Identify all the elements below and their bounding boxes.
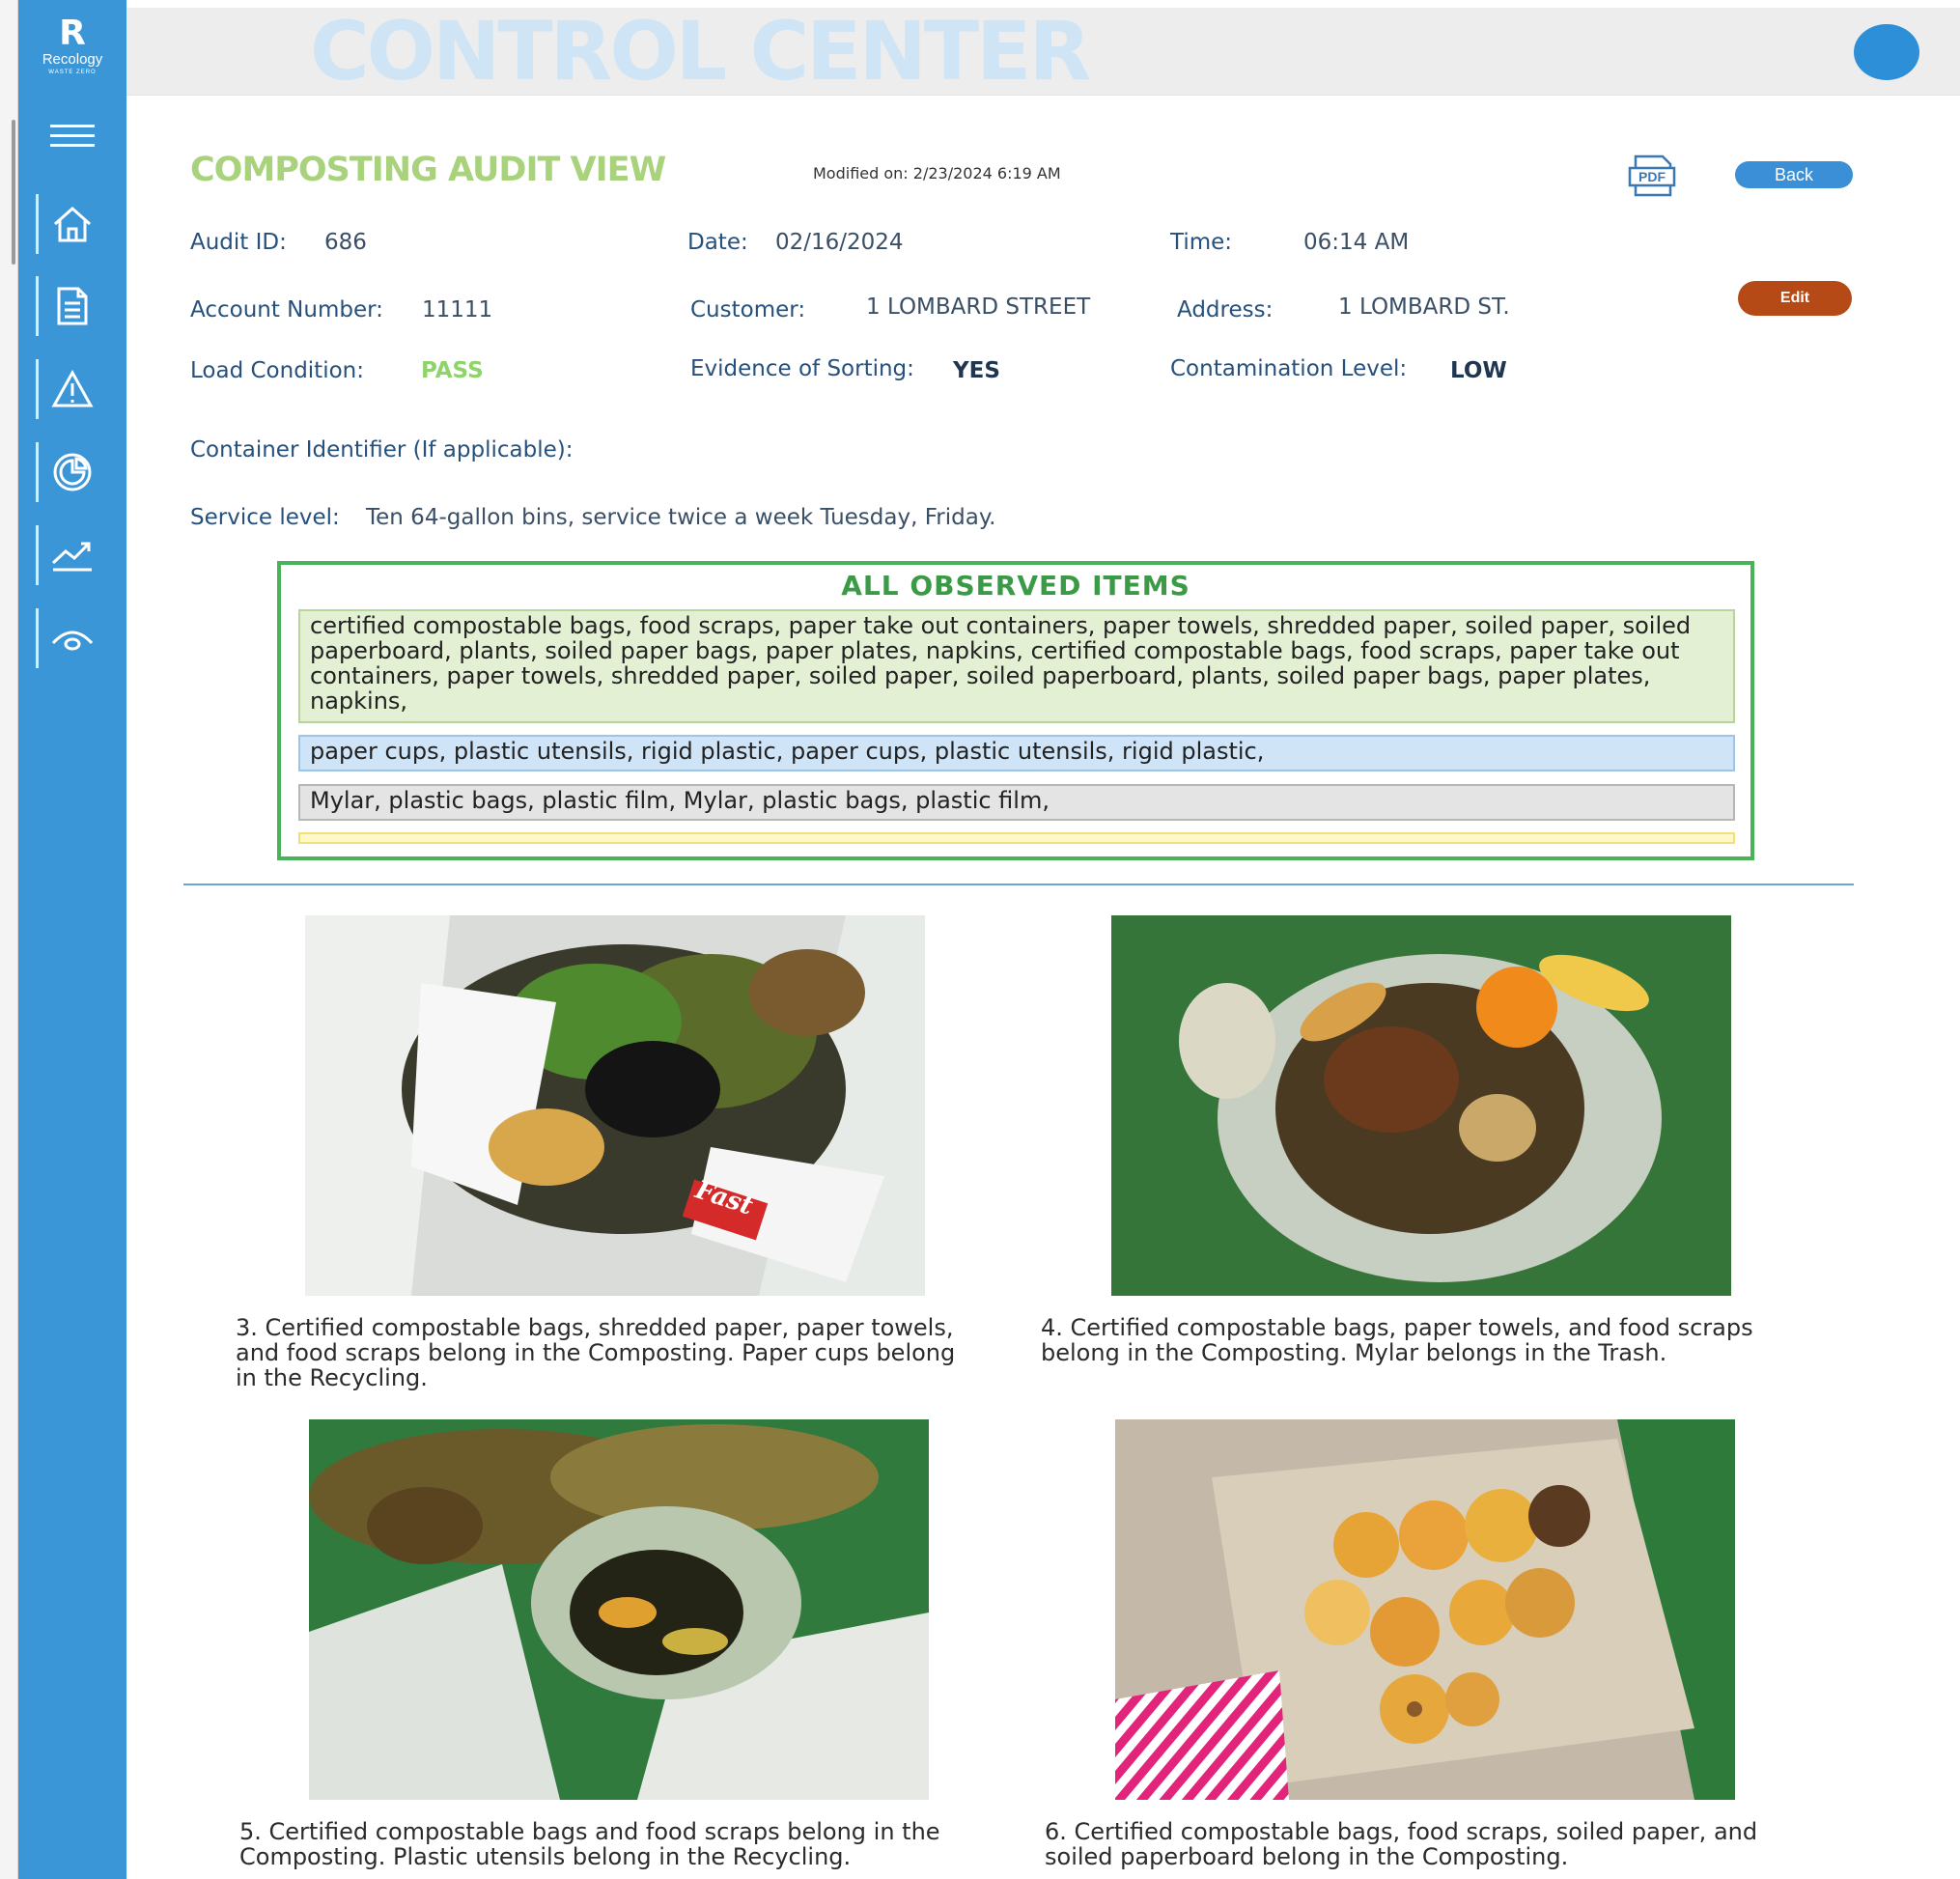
scrollbar-thumb[interactable] (12, 120, 15, 265)
audit-photo-3[interactable]: Fast (305, 915, 925, 1296)
observed-items-panel: ALL OBSERVED ITEMS certified compostable… (277, 561, 1754, 860)
nav-separator (36, 608, 39, 668)
caption-line: belong in the Composting. Mylar belongs … (1041, 1339, 1667, 1366)
pdf-icon-label: PDF (1638, 169, 1666, 184)
nav-trends[interactable] (18, 525, 126, 585)
page-title: COMPOSTING AUDIT VIEW (190, 151, 666, 189)
load-condition-label: Load Condition: (190, 358, 364, 383)
sidebar: R Recology WASTE ZERO (18, 0, 126, 1879)
account-number-value: 11111 (422, 297, 493, 323)
section-divider (183, 883, 1854, 885)
home-icon (54, 206, 91, 242)
menu-button[interactable] (18, 114, 126, 158)
audit-id-label: Audit ID: (190, 230, 287, 255)
nav-separator (36, 276, 39, 336)
photo-4-image (1111, 915, 1731, 1296)
pdf-export-button[interactable]: PDF (1628, 154, 1678, 197)
photo-5-image (309, 1419, 929, 1800)
service-level-label: Service level: (190, 505, 340, 530)
logo-tagline: WASTE ZERO (48, 70, 97, 75)
warning-icon (51, 370, 94, 407)
audit-photo-5[interactable] (309, 1419, 929, 1800)
time-value: 06:14 AM (1303, 230, 1410, 255)
eye-icon (51, 631, 94, 651)
audit-photo-4[interactable] (1111, 915, 1731, 1296)
logo-name: Recology (42, 51, 103, 68)
date-label: Date: (687, 230, 748, 255)
customer-value: 1 LOMBARD STREET (866, 294, 1091, 320)
caption-line: 3. Certified compostable bags, shredded … (236, 1314, 954, 1341)
caption-line: soiled paperboard belong in the Composti… (1045, 1843, 1569, 1870)
logo-letter: R (59, 14, 86, 53)
recycle-items: paper cups, plastic utensils, rigid plas… (298, 735, 1735, 771)
caption-line: 5. Certified compostable bags and food s… (239, 1818, 940, 1845)
photo-6-caption: 6. Certified compostable bags, food scra… (1045, 1819, 1757, 1869)
photo-3-image: Fast (305, 915, 925, 1296)
nav-separator (36, 359, 39, 419)
caption-line: 6. Certified compostable bags, food scra… (1045, 1818, 1758, 1845)
caption-line: in the Recycling. (236, 1364, 428, 1391)
evidence-of-sorting-label: Evidence of Sorting: (690, 356, 914, 381)
photo-5-caption: 5. Certified compostable bags and food s… (239, 1819, 940, 1869)
nav-alerts[interactable] (18, 359, 126, 419)
caption-line: 4. Certified compostable bags, paper tow… (1041, 1314, 1753, 1341)
nav-separator (36, 194, 39, 254)
container-identifier-label: Container Identifier (If applicable): (190, 437, 574, 463)
recology-logo[interactable]: R Recology WASTE ZERO (18, 15, 126, 77)
customer-label: Customer: (690, 297, 806, 323)
trash-items: Mylar, plastic bags, plastic film, Mylar… (298, 784, 1735, 821)
contamination-level-label: Contamination Level: (1170, 356, 1408, 381)
modified-timestamp: Modified on: 2/23/2024 6:19 AM (813, 164, 1061, 182)
load-condition-value: PASS (421, 358, 484, 383)
app-title: CONTROL CENTER (310, 4, 1091, 98)
pie-chart-icon (53, 453, 92, 491)
document-icon (57, 287, 88, 325)
back-button[interactable]: Back (1735, 161, 1853, 188)
pdf-icon: PDF (1628, 154, 1676, 197)
observed-items-title: ALL OBSERVED ITEMS (841, 570, 1190, 602)
contamination-level-value: LOW (1450, 358, 1507, 383)
window-scrollbar[interactable] (0, 0, 18, 1879)
date-value: 02/16/2024 (775, 230, 904, 255)
menu-icon (50, 125, 95, 147)
user-avatar[interactable] (1854, 24, 1919, 80)
account-number-label: Account Number: (190, 297, 383, 323)
nav-separator (36, 525, 39, 585)
time-label: Time: (1170, 230, 1233, 255)
compost-items: certified compostable bags, food scraps,… (298, 609, 1735, 723)
edit-button[interactable]: Edit (1738, 281, 1852, 316)
service-level-value: Ten 64-gallon bins, service twice a week… (366, 505, 996, 530)
audit-photo-6[interactable] (1115, 1419, 1735, 1800)
top-bar: CONTROL CENTER (126, 8, 1960, 96)
nav-analytics[interactable] (18, 442, 126, 502)
nav-separator (36, 442, 39, 502)
audit-id-value: 686 (324, 230, 367, 255)
photo-6-image (1115, 1419, 1735, 1800)
caption-line: Composting. Plastic utensils belong in t… (239, 1843, 852, 1870)
caption-line: and food scraps belong in the Composting… (236, 1339, 956, 1366)
evidence-of-sorting-value: YES (953, 358, 1000, 383)
nav-view[interactable] (18, 608, 126, 668)
photo-3-caption: 3. Certified compostable bags, shredded … (236, 1315, 955, 1390)
other-items (298, 832, 1735, 844)
address-value: 1 LOMBARD ST. (1338, 294, 1510, 320)
nav-reports[interactable] (18, 276, 126, 336)
trend-chart-icon (51, 542, 92, 572)
address-label: Address: (1177, 297, 1274, 323)
nav-home[interactable] (18, 194, 126, 254)
photo-4-caption: 4. Certified compostable bags, paper tow… (1041, 1315, 1753, 1365)
